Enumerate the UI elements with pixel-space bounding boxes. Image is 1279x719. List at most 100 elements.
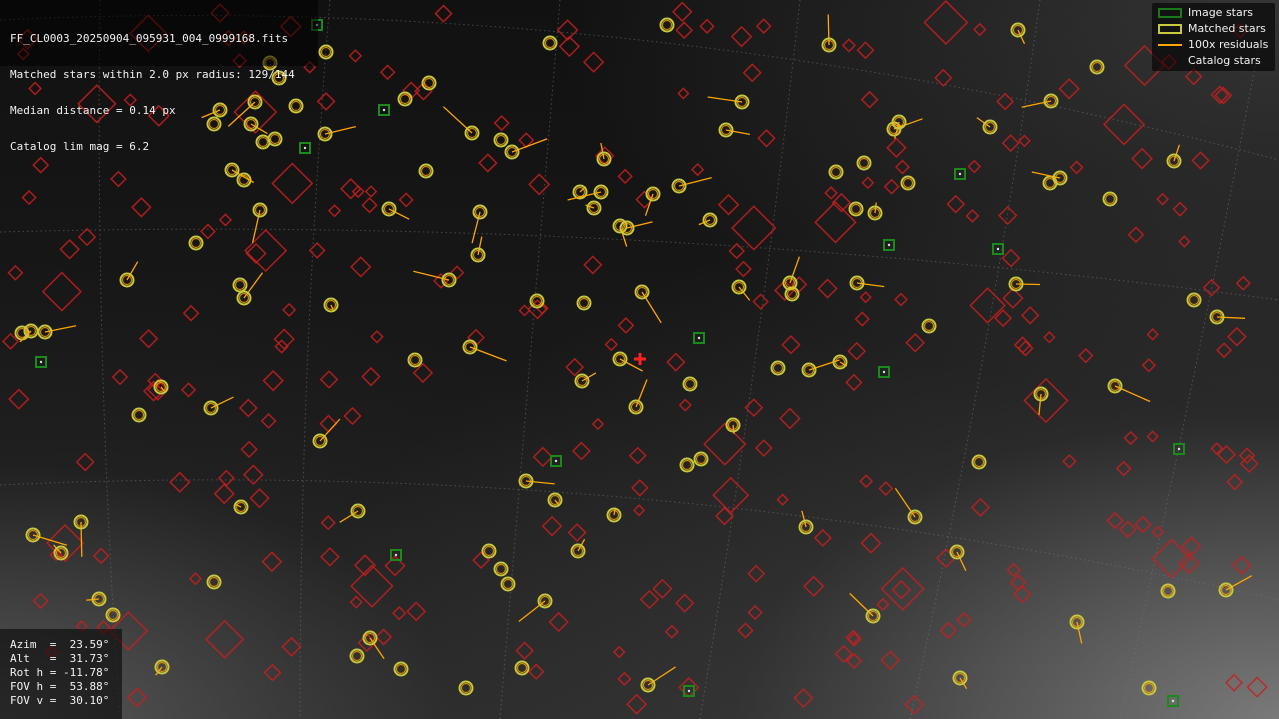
catalog-star-marker	[213, 483, 235, 505]
catalog-star-marker	[998, 205, 1018, 226]
image-star-dot	[687, 689, 691, 693]
catalog-star-marker	[728, 242, 745, 260]
catalog-star-marker	[715, 506, 734, 526]
residual-line	[1038, 393, 1042, 415]
residual-line	[1015, 283, 1041, 286]
catalog-star-marker	[217, 469, 235, 487]
matched-star-core	[460, 682, 472, 694]
catalog-star-marker	[1224, 673, 1244, 692]
matched-star-core	[516, 662, 528, 674]
catalog-star-marker	[282, 302, 297, 318]
catalog-star-marker	[131, 197, 152, 218]
median-distance-text: Median distance = 0.14 px	[10, 104, 176, 117]
catalog-star-marker	[8, 388, 30, 410]
catalog-star-marker	[1131, 147, 1153, 170]
catalog-star-marker	[180, 382, 197, 398]
catalog-star-marker	[1078, 347, 1094, 364]
matched-star-core	[1143, 682, 1155, 694]
catalog-star-marker	[956, 611, 972, 628]
grid-line	[1119, 39, 1261, 719]
catalog-star-marker	[946, 194, 966, 214]
catalog-star-marker	[349, 595, 363, 609]
catalog-star-marker	[1023, 377, 1069, 424]
catalog-star-marker	[904, 694, 925, 715]
catalog-star-marker	[182, 304, 200, 322]
matched-star-core	[786, 288, 798, 300]
catalog-star-marker	[249, 488, 270, 509]
catalog-star-marker	[316, 92, 336, 111]
catalog-star-marker	[970, 497, 991, 517]
catalog-star-marker	[781, 335, 801, 355]
image-star-dot	[394, 553, 398, 557]
catalog-star-marker	[263, 663, 282, 682]
catalog-star-marker	[755, 18, 772, 34]
catalog-star-marker	[939, 621, 957, 639]
catalog-star-marker	[7, 264, 24, 281]
catalog-star-marker	[1156, 192, 1170, 206]
catalog-star-marker	[518, 304, 531, 317]
catalog-star-marker	[1062, 454, 1077, 469]
catalog-star-marker	[1172, 201, 1188, 217]
catalog-star-marker	[188, 572, 202, 586]
catalog-star-marker	[891, 579, 912, 600]
catalog-star-marker	[737, 622, 754, 639]
catalog-star-marker	[703, 422, 747, 466]
catalog-star-marker	[617, 168, 633, 185]
catalog-star-marker	[200, 223, 216, 240]
catalog-star-marker	[1216, 342, 1233, 359]
matched-star-core	[395, 663, 407, 675]
catalog-star-marker	[690, 162, 705, 177]
matched-star-core	[423, 77, 435, 89]
catalog-star-marker	[744, 398, 764, 418]
catalog-star-marker	[639, 589, 660, 610]
legend-item-catalog-stars: Catalog stars	[1152, 54, 1275, 68]
catalog-star-marker	[343, 406, 362, 426]
catalog-star-marker	[32, 592, 49, 610]
matched-star-core	[133, 409, 145, 421]
catalog-star-marker	[717, 193, 740, 216]
catalog-star-marker	[41, 271, 82, 312]
catalog-star-marker	[845, 373, 863, 392]
catalog-star-marker	[348, 49, 363, 63]
catalog-star-marker	[905, 332, 925, 353]
catalog-star-marker	[803, 575, 825, 597]
catalog-star-marker	[591, 417, 605, 431]
matched-star-core	[1162, 585, 1174, 597]
catalog-star-marker	[876, 597, 890, 612]
catalog-star-marker	[406, 601, 427, 622]
catalog-star-marker	[320, 547, 340, 567]
catalog-star-marker	[754, 439, 773, 457]
catalog-star-marker	[308, 241, 326, 259]
catalog-star-marker	[260, 413, 277, 429]
catalog-star-marker	[678, 398, 692, 412]
catalog-star-marker	[631, 479, 649, 497]
fov-horizontal-text: FOV h = 53.88°	[10, 680, 110, 693]
catalog-star-marker	[854, 311, 870, 327]
catalog-star-marker	[398, 192, 414, 208]
catalog-star-marker	[1018, 134, 1031, 148]
catalog-star-marker	[886, 137, 907, 158]
green-square-icon	[1158, 8, 1182, 18]
catalog-star-marker	[1141, 358, 1157, 373]
catalog-star-marker	[361, 197, 378, 214]
matched-star-core	[399, 93, 411, 105]
rotation-text: Rot h = -11.78°	[10, 666, 110, 679]
catalog-star-marker	[757, 129, 776, 148]
catalog-star-marker	[776, 493, 789, 506]
matched-star-core	[190, 237, 202, 249]
catalog-star-marker	[856, 41, 875, 60]
matched-star-core	[234, 279, 246, 291]
catalog-star-marker	[391, 605, 407, 621]
image-star-dot	[996, 247, 1000, 251]
catalog-star-marker	[169, 471, 191, 493]
catalog-star-marker	[1127, 226, 1145, 244]
catalog-star-marker	[583, 255, 603, 275]
fov-vertical-text: FOV v = 30.10°	[10, 694, 110, 707]
azimuth-text: Azim = 23.59°	[10, 638, 110, 651]
catalog-star-marker	[361, 366, 381, 387]
catalog-star-marker	[1102, 103, 1146, 146]
catalog-star-marker	[752, 293, 769, 310]
catalog-star-marker	[582, 51, 605, 73]
image-star-dot	[958, 172, 962, 176]
catalog-star-marker	[859, 291, 872, 304]
